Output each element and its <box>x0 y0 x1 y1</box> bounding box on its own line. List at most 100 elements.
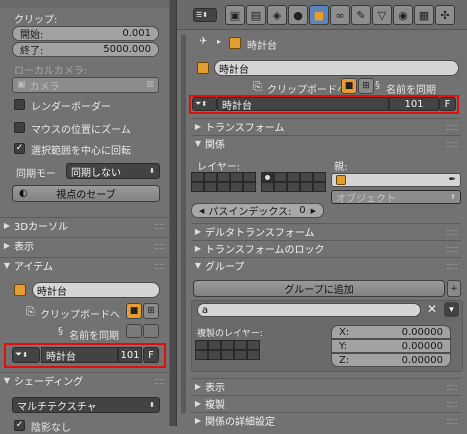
layer-button[interactable] <box>243 172 256 182</box>
tab-data[interactable]: ▽ <box>372 5 392 25</box>
group-specials-button[interactable]: ▾ <box>444 302 459 317</box>
action-name-field[interactable]: 時計台 <box>41 347 118 363</box>
drag-handle-icon[interactable] <box>447 247 457 252</box>
layer-button[interactable] <box>217 172 230 182</box>
layer-button[interactable] <box>287 182 300 192</box>
fake-user-toggle[interactable]: F <box>439 97 456 111</box>
panel-transform[interactable]: ▶ トランスフォーム <box>191 118 461 134</box>
panel-display[interactable]: ▶ 表示 <box>0 237 169 253</box>
layer-button[interactable] <box>274 182 287 192</box>
layer-button[interactable] <box>313 182 326 192</box>
layer-button[interactable] <box>221 350 234 360</box>
panel-relations[interactable]: ▼ 関係 <box>191 135 461 151</box>
save-view-button[interactable]: ◐ 視点のセーブ <box>12 185 160 202</box>
action-type-menu[interactable]: ⏷ ⬍ <box>192 97 217 111</box>
layer-button[interactable] <box>261 182 274 192</box>
tab-world[interactable]: ● <box>288 5 308 25</box>
fake-user-toggle[interactable]: F <box>143 347 159 363</box>
sync-mode-select[interactable]: 同期しない ⬍ <box>66 163 160 179</box>
pin-icon[interactable]: ✈ <box>199 36 207 47</box>
layer-button[interactable] <box>234 340 247 350</box>
panel-item[interactable]: ▼ アイテム <box>0 257 169 273</box>
layers-block-2[interactable] <box>261 172 327 194</box>
layer-button[interactable] <box>221 340 234 350</box>
tab-material[interactable]: ◉ <box>393 5 413 25</box>
panel-delta-transform[interactable]: ▶ デルタトランスフォーム <box>191 223 461 239</box>
panel-transform-locks[interactable]: ▶ トランスフォームのロック <box>191 240 461 256</box>
copy-data-button[interactable]: ⊞ <box>358 78 374 94</box>
layer-button[interactable] <box>243 182 256 192</box>
layer-button[interactable] <box>247 350 260 360</box>
tab-render-layers[interactable]: ▤ <box>246 5 266 25</box>
sync-button-a[interactable] <box>126 324 142 338</box>
region-divider[interactable] <box>169 0 177 426</box>
zoom-to-mouse-checkbox[interactable] <box>14 122 25 133</box>
drag-handle-icon[interactable] <box>447 264 457 269</box>
panel-groups[interactable]: ▼ グループ <box>191 257 461 273</box>
drag-handle-icon[interactable] <box>155 244 165 249</box>
decrement-arrow-icon[interactable]: ◀ <box>199 207 204 215</box>
layer-button[interactable] <box>230 172 243 182</box>
sync-button-b[interactable] <box>143 324 159 338</box>
panel-display[interactable]: ▶ 表示 <box>191 378 461 394</box>
drag-handle-icon[interactable] <box>447 142 457 147</box>
layer-button[interactable] <box>287 172 300 182</box>
tab-render[interactable]: ▣ <box>225 5 245 25</box>
drag-handle-icon[interactable] <box>447 125 457 130</box>
add-to-group-button[interactable]: グループに追加 <box>193 280 445 297</box>
layer-button[interactable] <box>195 350 208 360</box>
group-name-field[interactable]: a <box>197 303 421 317</box>
increment-arrow-icon[interactable]: ▶ <box>311 207 316 215</box>
clear-icon[interactable]: ⊠ <box>146 80 154 90</box>
parent-type-select[interactable]: オブジェクト ⬍ <box>331 190 461 205</box>
drag-handle-icon[interactable] <box>447 230 457 235</box>
action-users-count[interactable]: 101 <box>389 97 439 111</box>
layer-button[interactable] <box>208 350 221 360</box>
editor-type-menu[interactable]: ☰⬍ <box>193 8 217 22</box>
tab-particles[interactable]: ✣ <box>435 5 455 25</box>
layer-button[interactable] <box>300 172 313 182</box>
drag-handle-icon[interactable] <box>447 385 457 390</box>
clip-end-field[interactable]: 終了: 5000.000 <box>12 42 159 57</box>
layer-button[interactable] <box>261 172 274 182</box>
layers-block-1[interactable] <box>191 172 257 194</box>
layer-button[interactable] <box>234 350 247 360</box>
dupli-layers-grid[interactable] <box>195 340 261 362</box>
clip-start-field[interactable]: 開始: 0.001 <box>12 26 159 41</box>
offset-x-field[interactable]: X: 0.00000 <box>331 325 451 339</box>
tab-texture[interactable]: ▦ <box>414 5 434 25</box>
tab-constraints[interactable]: ∞ <box>330 5 350 25</box>
object-name-field[interactable]: 時計台 <box>32 282 160 298</box>
tab-scene[interactable]: ◈ <box>267 5 287 25</box>
panel-duplication[interactable]: ▶ 複製 <box>191 395 461 411</box>
drag-handle-icon[interactable] <box>447 419 457 424</box>
layer-button[interactable] <box>217 182 230 192</box>
layer-button[interactable] <box>230 182 243 192</box>
object-name-field[interactable]: 時計台 <box>214 60 459 76</box>
remove-group-icon[interactable]: ✕ <box>427 302 437 316</box>
render-border-checkbox[interactable] <box>14 99 25 110</box>
panel-shading[interactable]: ▼ シェーディング <box>0 372 169 388</box>
new-group-button[interactable]: + <box>447 280 461 297</box>
offset-y-field[interactable]: Y: 0.00000 <box>331 339 451 353</box>
offset-z-field[interactable]: Z: 0.00000 <box>331 353 451 367</box>
copy-object-button[interactable]: ■ <box>341 78 357 94</box>
copy-data-button[interactable]: ⊞ <box>143 303 159 319</box>
action-type-menu[interactable]: ⏷ ⬍ <box>12 347 40 363</box>
parent-field[interactable]: ✒ <box>331 173 461 187</box>
drag-handle-icon[interactable] <box>155 379 165 384</box>
layer-button[interactable] <box>313 172 326 182</box>
tab-modifiers[interactable]: ✎ <box>351 5 371 25</box>
layer-button[interactable] <box>191 172 204 182</box>
action-name-field[interactable]: 時計台 <box>217 97 389 112</box>
layer-button[interactable] <box>204 182 217 192</box>
scrollbar[interactable] <box>181 34 186 414</box>
copy-object-button[interactable]: ■ <box>126 303 142 319</box>
layer-button[interactable] <box>208 340 221 350</box>
panel-3d-cursor[interactable]: ▶ 3Dカーソル <box>0 217 169 233</box>
layer-button[interactable] <box>300 182 313 192</box>
pass-index-field[interactable]: ◀ パスインデックス: 0 ▶ <box>191 203 324 218</box>
drag-handle-icon[interactable] <box>155 224 165 229</box>
layer-button[interactable] <box>191 182 204 192</box>
rotate-selection-checkbox[interactable]: ✓ <box>14 143 25 154</box>
